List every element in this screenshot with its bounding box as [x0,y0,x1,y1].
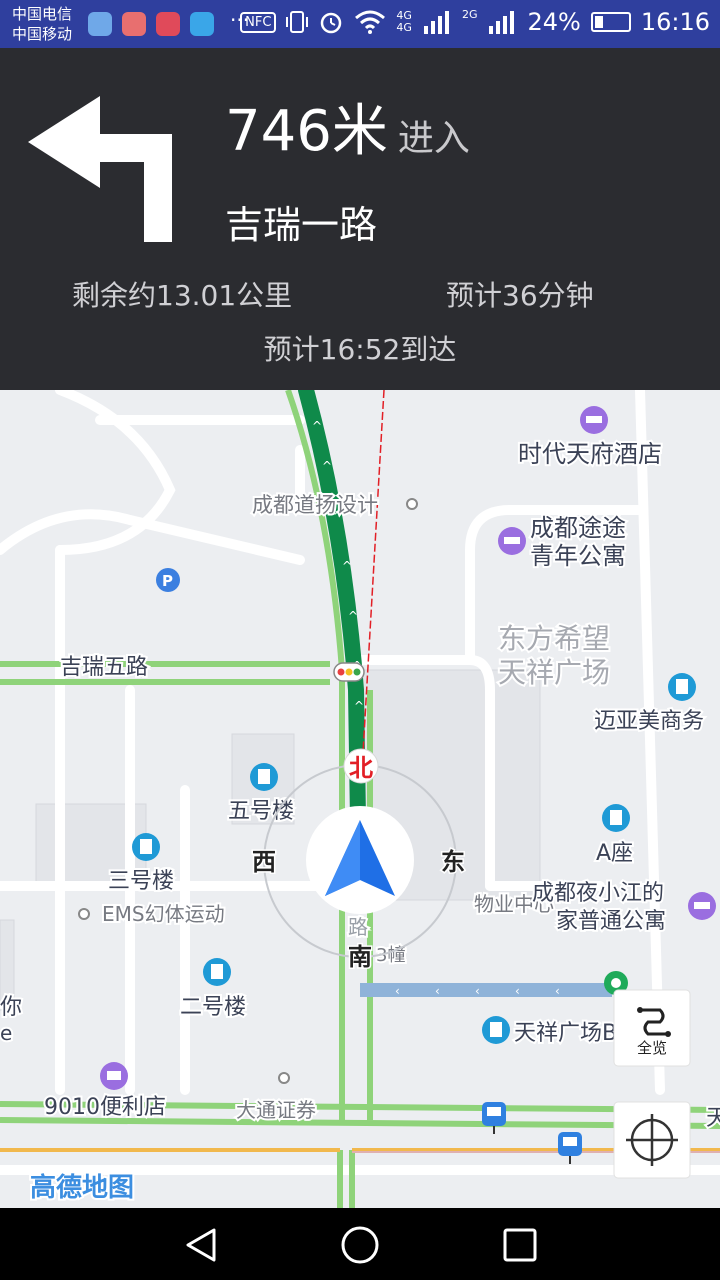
office-building-icon[interactable] [668,673,696,701]
svg-text:^: ^ [312,419,322,433]
road-label-tian: 天 [706,1106,720,1131]
health-app-icon [122,12,146,36]
apartment-icon[interactable] [688,892,716,920]
svg-text:^: ^ [354,699,364,713]
signal-icon-2 [489,11,515,34]
poi-label[interactable]: 天祥广场B [512,1019,619,1048]
home-circle-icon[interactable] [341,1226,379,1264]
map-view[interactable]: ‹‹‹‹‹ ^^^^^^^ P 时代天府酒店 成都道扬设计 成都途途 青年公寓 … [0,390,720,1208]
svg-text:‹: ‹ [515,984,520,998]
road-label: 吉瑞五路 [60,655,148,680]
svg-text:^: ^ [348,609,358,623]
car-position-icon [306,806,414,914]
system-navigation-bar [0,1208,720,1280]
video-app-icon [156,12,180,36]
poi-label[interactable]: 时代天府酒店 [516,438,664,470]
battery-fill [594,16,603,28]
alarm-icon [321,12,342,34]
poi-label[interactable]: 天祥广场 [496,654,612,691]
svg-text:^: ^ [322,459,332,473]
maneuver-distance: 746米 进入 [225,100,470,171]
poi-label[interactable]: 东方希望 [496,620,612,657]
poi-label[interactable]: 青年公寓 [528,540,628,572]
nfc-icon: NFC [240,11,277,33]
poi-label[interactable]: 大通证券 [234,1096,318,1124]
next-road-name: 吉瑞一路 [225,203,378,247]
distance-value: 746米 [225,99,388,164]
carrier-1: 中国电信 [12,5,73,23]
ems-dot-icon[interactable] [78,908,90,920]
poi-label[interactable]: 成都夜小江的 [530,879,666,908]
status-bar: 中国电信 中国移动 ··· NFC 4G 4G 2G 24% 16:16 [0,0,720,48]
poi-label[interactable]: 9010便利店 [42,1093,168,1122]
svg-text:^: ^ [342,559,352,573]
locate-button[interactable] [613,1101,691,1179]
maneuver-action: 进入 [397,118,470,159]
clock: 16:16 [640,8,710,36]
poi-label[interactable]: 你 [0,993,24,1022]
svg-text:P: P [162,572,173,590]
recents-square-icon[interactable] [502,1227,538,1263]
compass-north: 北 [349,754,373,782]
compass-south: 南 [348,943,372,971]
poi-label[interactable]: 三号楼 [106,867,176,896]
tianxiang-icon[interactable] [482,1016,510,1044]
building2-icon[interactable] [203,958,231,986]
poi-label[interactable]: 成都道扬设计 [250,491,380,519]
poi-label[interactable]: e [0,1019,14,1047]
poi-label[interactable]: A座 [594,839,635,868]
carrier-2: 中国移动 [12,25,73,43]
svg-text:‹: ‹ [555,984,560,998]
system-status: NFC 4G 4G 2G 24% 16:16 [240,8,710,36]
poi-label[interactable]: 二号楼 [178,993,248,1022]
store-icon[interactable] [100,1062,128,1090]
arrival-time: 预计16:52到达 [263,333,457,366]
svg-text:‹: ‹ [435,984,440,998]
svg-text:‹: ‹ [475,984,480,998]
turn-left-arrow-icon [28,96,172,242]
signal-icon-1 [423,11,449,34]
vibrate-icon [286,11,309,33]
traffic-light-icon [333,662,365,682]
building3-icon[interactable] [132,833,160,861]
carrier-info: 中国电信 中国移动 [12,4,72,44]
parking-icon[interactable]: P [156,568,180,592]
poi-label[interactable]: 家普通公寓 [554,907,668,936]
poi-label[interactable]: 迈亚美商务 [592,707,706,736]
network-type: 4G 4G [396,9,412,34]
back-triangle-icon[interactable] [182,1226,220,1264]
compass-west: 西 [252,848,276,876]
remaining-distance: 剩余约13.01公里 [72,279,293,312]
poi-label[interactable]: EMS幻体运动 [100,900,227,928]
location-app-icon [88,12,112,36]
securities-dot-icon[interactable] [278,1072,290,1084]
wifi-icon [355,10,386,34]
brand-logo: 高德地图 [30,1172,134,1203]
building5-icon[interactable] [250,763,278,791]
notification-icons [88,12,214,36]
navigation-panel: 746米 进入 吉瑞一路 剩余约13.01公里 预计36分钟 预计16:52到达 [0,48,720,390]
battery-percent: 24% [527,8,581,36]
svg-text:‹: ‹ [395,984,400,998]
poi-label[interactable]: 成都途途 [528,512,628,544]
hostel-icon[interactable] [498,527,526,555]
telegram-app-icon [190,12,214,36]
hotel-icon[interactable] [580,406,608,434]
poi-dot-icon[interactable] [406,498,418,510]
remaining-time: 预计36分钟 [446,279,594,312]
overview-button[interactable]: 全览 [613,989,691,1067]
battery-icon [590,12,631,32]
road-label-lu: 路 [348,915,368,939]
compass-east: 东 [441,848,465,876]
network-type-2: 2G [461,8,478,21]
overview-label: 全览 [637,1039,667,1057]
aseat-icon[interactable] [602,804,630,832]
